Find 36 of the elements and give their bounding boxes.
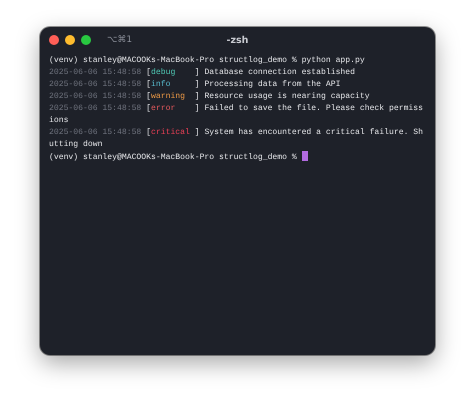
- bracket-text: [: [146, 80, 152, 89]
- bracket-text: [: [146, 104, 152, 113]
- log-message: Database connection established: [204, 68, 356, 77]
- log-message: Resource usage is nearing capacity: [204, 92, 370, 101]
- log-timestamp: 2025-06-06 15:48:58: [49, 92, 142, 101]
- log-timestamp: 2025-06-06 15:48:58: [49, 104, 142, 113]
- shortcut-label: ⌥⌘1: [107, 35, 132, 45]
- bracket-text: ]: [194, 128, 200, 137]
- text-cursor: [302, 151, 308, 161]
- log-message-continuation: utting down: [49, 140, 102, 149]
- bracket-text: ]: [194, 92, 200, 101]
- bracket-text: [: [146, 68, 152, 77]
- log-message: System has encountered a critical failure. Sh: [204, 128, 424, 137]
- window-title: -zsh: [226, 34, 248, 46]
- log-timestamp: 2025-06-06 15:48:58: [49, 80, 142, 89]
- bracket-text: ]: [194, 104, 200, 113]
- log-level: critical: [151, 127, 191, 139]
- log-message: Failed to save the file. Please check permiss: [204, 104, 424, 113]
- command-text: python app.py: [302, 56, 365, 65]
- bracket-text: ]: [194, 68, 200, 77]
- zoom-button[interactable]: [81, 35, 91, 45]
- log-message: Processing data from the API: [204, 80, 340, 89]
- log-message-continuation: ions: [49, 116, 68, 125]
- bracket-text: [: [146, 92, 152, 101]
- minimize-button[interactable]: [65, 35, 75, 45]
- bracket-text: [: [146, 128, 152, 137]
- log-level: info: [151, 79, 172, 91]
- log-timestamp: 2025-06-06 15:48:58: [49, 68, 142, 77]
- log-level: warning: [151, 91, 186, 103]
- log-timestamp: 2025-06-06 15:48:58: [49, 128, 142, 137]
- close-button[interactable]: [49, 35, 59, 45]
- bracket-text: ]: [194, 80, 200, 89]
- log-level: error: [151, 103, 176, 115]
- shell-prompt: (venv) stanley@MACOOKs-MacBook-Pro structlog_demo %: [49, 153, 297, 162]
- log-level: debug: [151, 67, 176, 79]
- shell-prompt: (venv) stanley@MACOOKs-MacBook-Pro structlog_demo %: [49, 56, 297, 65]
